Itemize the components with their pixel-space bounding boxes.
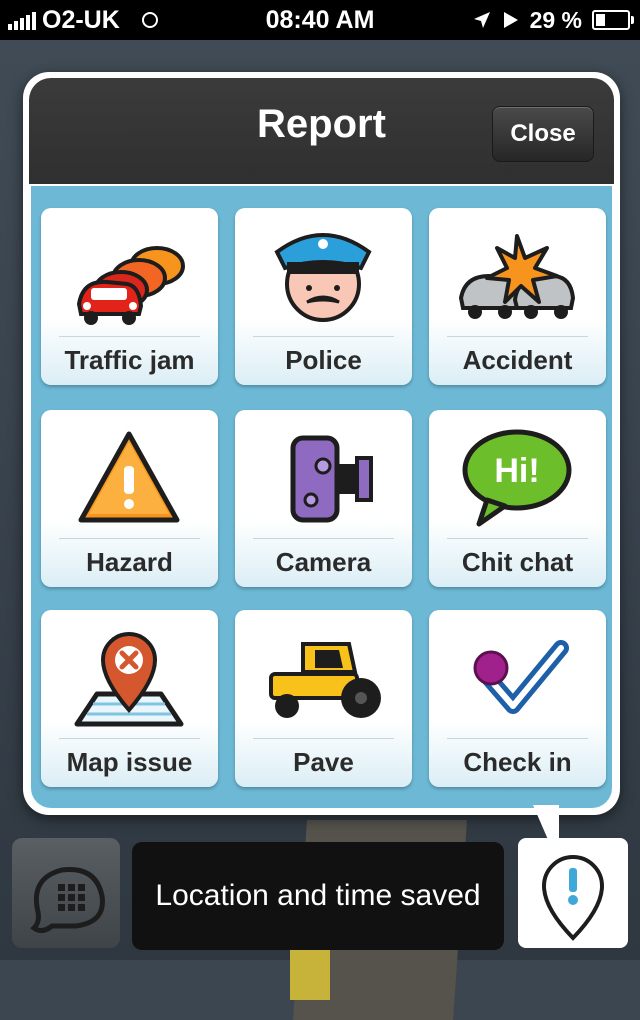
tile-separator xyxy=(447,738,588,739)
report-tile-hazard[interactable]: Hazard xyxy=(41,410,218,587)
tile-separator xyxy=(253,538,394,539)
report-tile-accident[interactable]: Accident xyxy=(429,208,606,385)
report-grid: Traffic jam Police Accident Hazard Camer… xyxy=(31,186,612,808)
report-tile-camera[interactable]: Camera xyxy=(235,410,412,587)
report-tile-check-in[interactable]: Check in xyxy=(429,610,606,787)
main-menu-button[interactable] xyxy=(12,838,120,948)
report-button[interactable] xyxy=(518,838,628,948)
tile-label: Camera xyxy=(275,547,372,577)
chit-chat-bubble-text: Hi! xyxy=(494,452,539,490)
hazard-icon xyxy=(78,431,180,523)
tile-separator xyxy=(447,538,588,539)
toast-message: Location and time saved xyxy=(132,842,504,950)
status-right: 29 % xyxy=(472,6,634,34)
battery-fill xyxy=(596,14,605,26)
battery-icon xyxy=(592,10,634,30)
status-bar: O2-UK 08:40 AM 29 % xyxy=(0,0,640,40)
tile-label: Police xyxy=(285,345,362,375)
report-tile-pave[interactable]: Pave xyxy=(235,610,412,787)
camera-icon xyxy=(290,435,373,523)
report-tile-police[interactable]: Police xyxy=(235,208,412,385)
tile-label: Hazard xyxy=(86,547,173,577)
tile-label: Chit chat xyxy=(461,547,574,577)
dialog-header: Report Close xyxy=(29,78,614,184)
chit-chat-icon: Hi! xyxy=(462,429,572,527)
report-pin-icon xyxy=(541,855,605,941)
tile-label: Pave xyxy=(293,747,354,777)
tile-label: Check in xyxy=(463,747,572,777)
report-tile-traffic-jam[interactable]: Traffic jam xyxy=(41,208,218,385)
report-tile-map-issue[interactable]: Map issue xyxy=(41,610,218,787)
tile-separator xyxy=(447,336,588,337)
check-in-icon xyxy=(473,640,569,714)
tile-separator xyxy=(253,738,394,739)
tile-separator xyxy=(59,738,200,739)
map-issue-icon xyxy=(74,632,184,727)
tile-label: Accident xyxy=(462,345,573,375)
tile-separator xyxy=(59,336,200,337)
report-tile-chit-chat[interactable]: Hi! Chit chat xyxy=(429,410,606,587)
close-button[interactable]: Close xyxy=(492,106,594,162)
traffic-jam-icon xyxy=(76,246,185,325)
accident-icon xyxy=(458,234,576,319)
police-icon xyxy=(274,233,372,322)
location-arrow-icon xyxy=(473,12,490,28)
report-dialog: Report Close Traffic jam Police Accident… xyxy=(23,72,620,815)
battery-percent: 29 % xyxy=(529,6,582,33)
play-icon xyxy=(503,12,518,28)
wazer-menu-icon xyxy=(30,867,105,934)
tile-label: Traffic jam xyxy=(64,345,195,375)
pave-icon xyxy=(269,642,381,718)
tile-separator xyxy=(59,538,200,539)
tile-label: Map issue xyxy=(66,747,193,777)
tile-separator xyxy=(253,336,394,337)
